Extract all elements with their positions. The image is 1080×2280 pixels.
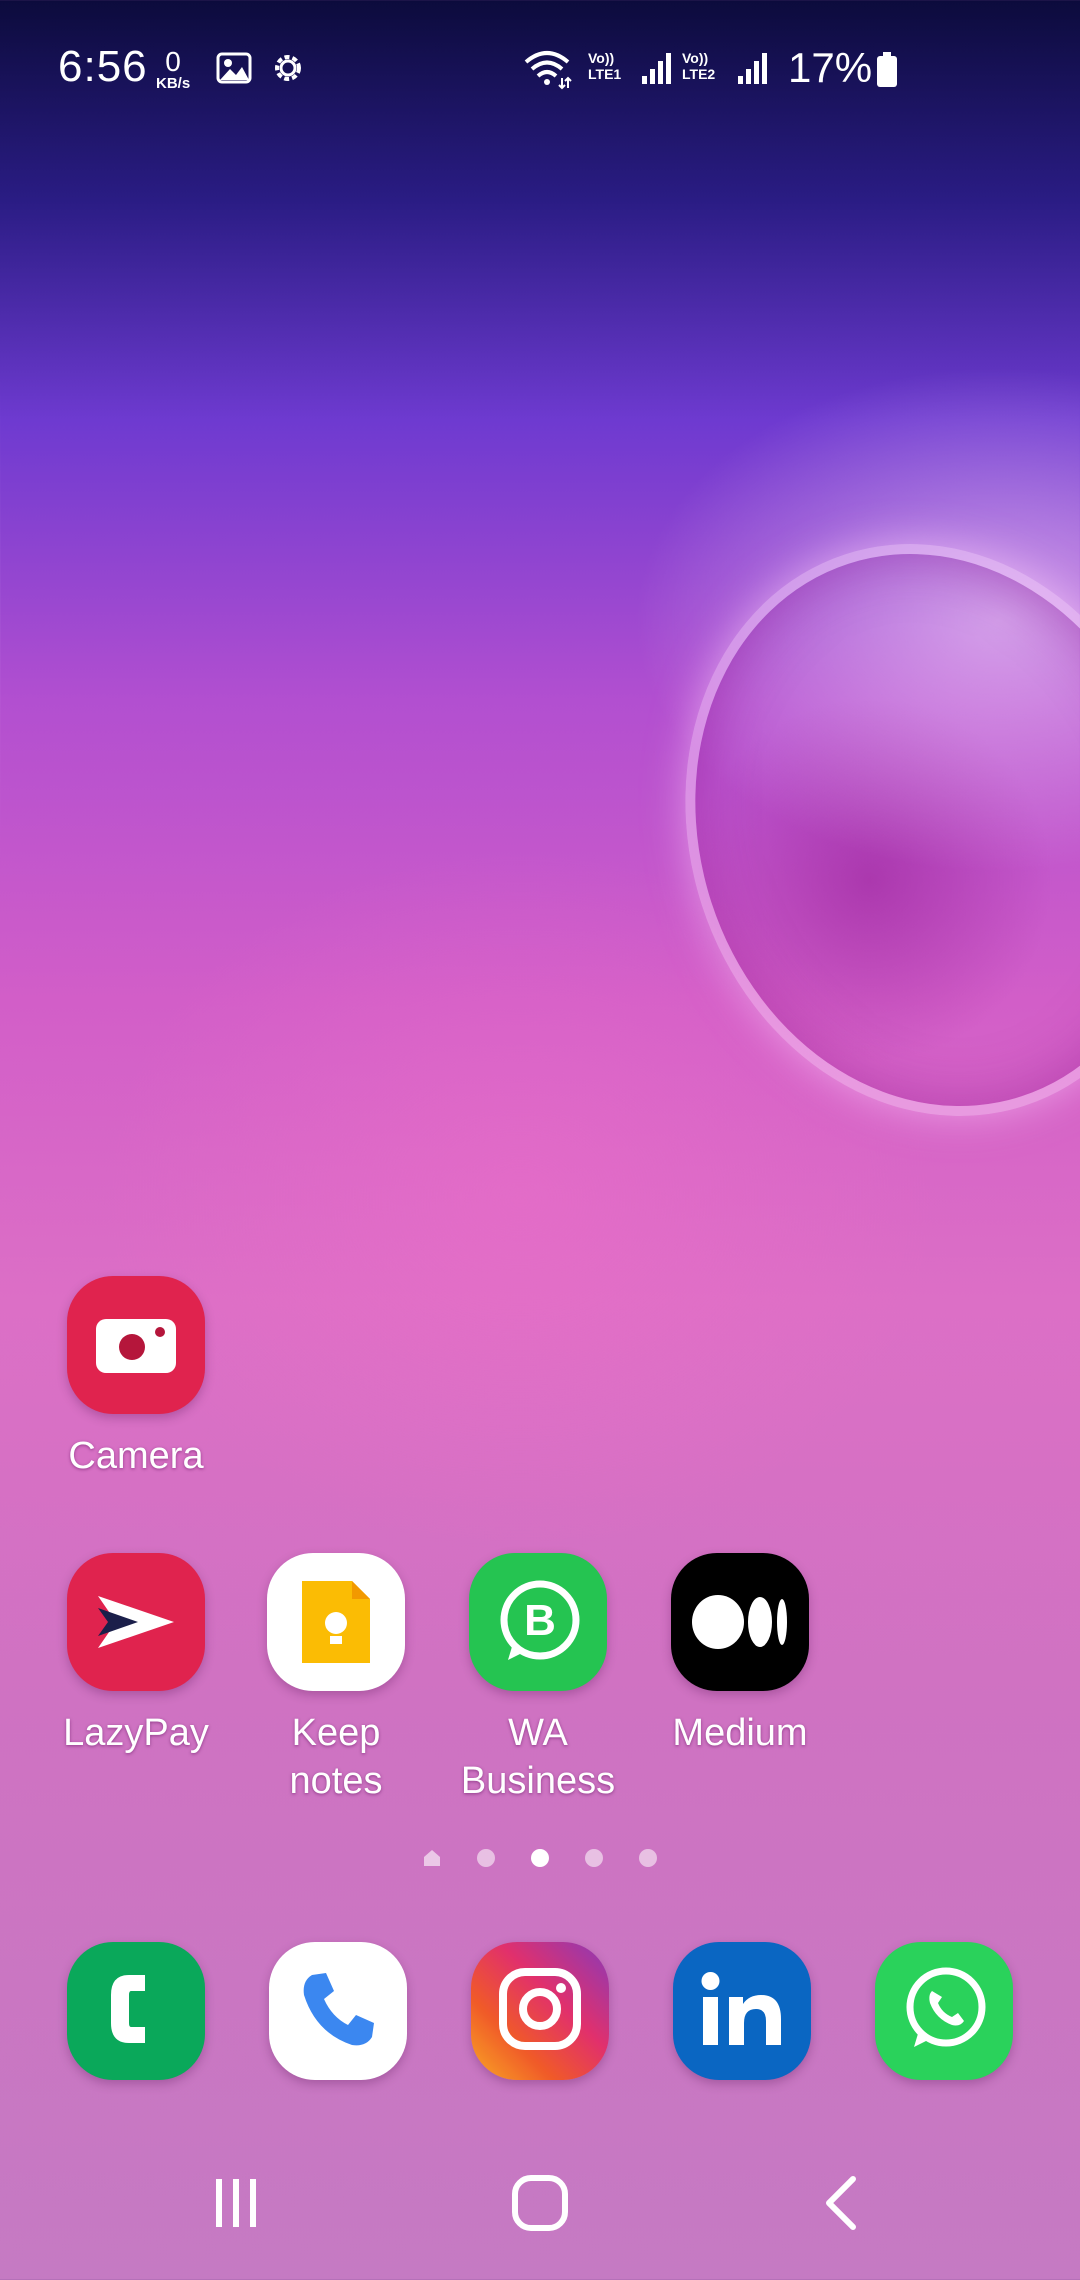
app-medium[interactable]: Medium (640, 1553, 840, 1757)
linkedin-icon (697, 1969, 787, 2054)
whatsapp-icon (896, 1961, 992, 2062)
sim1-network: LTE1 (588, 66, 622, 82)
battery-percent: 17% (788, 44, 873, 91)
signal-sim1-icon (640, 52, 674, 89)
sim1-volte: Vo)) (588, 50, 615, 66)
nav-home-button[interactable] (480, 2170, 600, 2240)
home-icon (510, 2173, 570, 2238)
page-dot[interactable] (477, 1849, 495, 1867)
instagram-icon (495, 1964, 585, 2059)
wifi-icon (522, 50, 572, 95)
wa-business-icon: B (469, 1553, 607, 1691)
wallpaper-swirl (612, 478, 1080, 1182)
page-dot[interactable] (639, 1849, 657, 1867)
phone-icon (296, 1967, 380, 2056)
app-camera[interactable]: Camera (36, 1276, 236, 1480)
dock-linkedin[interactable] (673, 1942, 811, 2080)
app-lazypay[interactable]: LazyPay (36, 1553, 236, 1757)
svg-text:B: B (524, 1596, 556, 1645)
settings-notification-icon (270, 50, 306, 91)
app-wa-business[interactable]: B WA Business (438, 1553, 638, 1805)
network-speed: 0 KB/s (156, 46, 191, 92)
sim2-network: LTE2 (682, 66, 716, 82)
keep-notes-icon (267, 1553, 405, 1691)
dock-phone-alt[interactable] (67, 1942, 205, 2080)
battery-icon (876, 52, 898, 93)
dock-phone[interactable] (269, 1942, 407, 2080)
phone-green-icon (101, 1969, 171, 2054)
status-bar: 6:56 0 KB/s Vo)) LTE1 Vo)) LTE2 17% (0, 0, 1080, 140)
network-speed-value: 0 (165, 46, 181, 77)
nav-recents-button[interactable] (176, 2170, 296, 2240)
dock-instagram[interactable] (471, 1942, 609, 2080)
app-label: LazyPay (63, 1712, 209, 1754)
app-label: Medium (672, 1712, 808, 1754)
dock-whatsapp[interactable] (875, 1942, 1013, 2080)
sim1-label: Vo)) LTE1 (588, 50, 621, 82)
page-indicator (0, 1846, 1080, 1870)
signal-sim2-icon (736, 52, 770, 89)
home-page-indicator-icon[interactable] (422, 1848, 442, 1873)
app-label: Keep notes (289, 1712, 383, 1802)
back-icon (817, 2173, 867, 2238)
app-label: WA Business (460, 1712, 616, 1802)
nav-back-button[interactable] (782, 2170, 902, 2240)
page-dot[interactable] (585, 1849, 603, 1867)
page-dot-active[interactable] (531, 1849, 549, 1867)
app-keep-notes[interactable]: Keep notes (236, 1553, 436, 1805)
sim2-label: Vo)) LTE2 (682, 50, 715, 82)
network-speed-unit: KB/s (156, 75, 191, 92)
medium-icon (671, 1553, 809, 1691)
app-label: Camera (68, 1435, 204, 1477)
gallery-notification-icon (216, 52, 252, 89)
recents-icon (208, 2175, 264, 2236)
status-time: 6:56 (58, 42, 148, 91)
camera-icon (67, 1276, 205, 1414)
sim2-volte: Vo)) (682, 50, 709, 66)
lazypay-icon (67, 1553, 205, 1691)
